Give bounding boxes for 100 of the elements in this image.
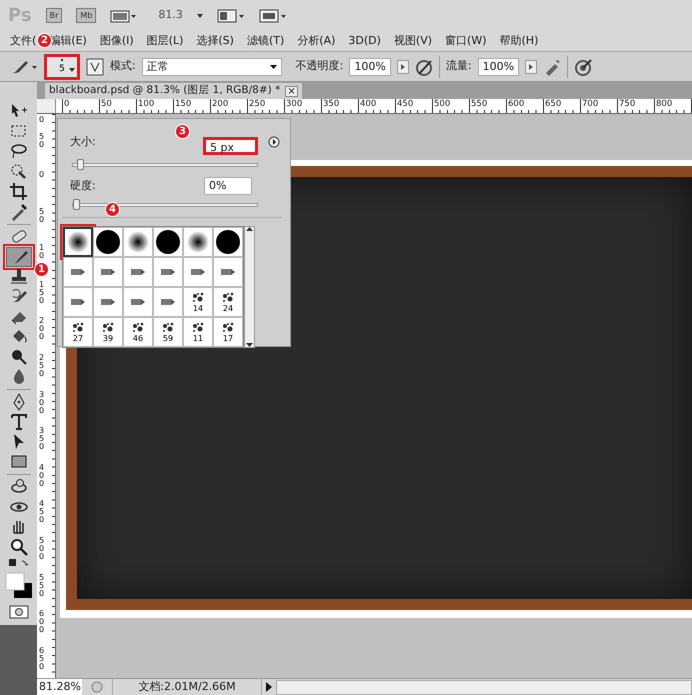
- preset-size: 59: [162, 335, 174, 343]
- document-size: 文档:2.01M/2.66M: [112, 678, 262, 695]
- ruler-label: 0: [38, 116, 46, 124]
- brush-preset[interactable]: [63, 227, 93, 257]
- brush-tip-icon: [220, 267, 236, 277]
- brush-preset[interactable]: 59: [153, 317, 183, 347]
- caret-icon: [196, 14, 203, 18]
- flow-field[interactable]: 100%: [478, 58, 520, 76]
- ruler-label: 650: [544, 99, 562, 111]
- close-button[interactable]: ×: [285, 86, 298, 96]
- zoom-icon: [8, 537, 28, 557]
- menu-item[interactable]: 滤镜(T): [246, 32, 284, 50]
- ruler-label: 250: [38, 354, 46, 378]
- ruler-label: 650: [38, 646, 46, 671]
- menu-item[interactable]: 帮助(H): [500, 32, 538, 50]
- brush-preset[interactable]: [213, 227, 243, 257]
- mode-value: 正常: [146, 58, 169, 74]
- brush-preset[interactable]: 46: [123, 317, 153, 347]
- menu-item[interactable]: 选择(S): [196, 32, 234, 50]
- brush-preset[interactable]: [153, 227, 183, 257]
- brush-preset[interactable]: [93, 227, 123, 257]
- preset-size: 39: [102, 335, 114, 343]
- zoom-level[interactable]: 81.3: [158, 7, 183, 24]
- size-field[interactable]: 5 px: [203, 137, 258, 155]
- menu-item[interactable]: 窗口(W): [445, 32, 486, 50]
- ruler-label: 700: [581, 99, 600, 111]
- ruler-label: 200: [38, 317, 46, 342]
- scatter-brush-icon: [70, 321, 86, 335]
- ruler-label: 300: [38, 390, 46, 415]
- menu-item[interactable]: 分析(A): [297, 32, 336, 50]
- ruler-label: 350: [38, 427, 46, 452]
- ruler-label: 50: [100, 99, 113, 111]
- soft-round-brush-icon: [185, 229, 211, 255]
- mode-label: 模式:: [110, 58, 136, 74]
- screen-mode-icon: [258, 8, 287, 22]
- brush-preset[interactable]: 27: [63, 317, 93, 347]
- brush-preset[interactable]: 11: [183, 317, 213, 347]
- brush-tip-icon: [160, 297, 176, 307]
- scrollbar[interactable]: [244, 226, 255, 348]
- ruler-label: 600: [507, 99, 526, 111]
- brush-preset[interactable]: 14: [183, 287, 213, 317]
- mode-select[interactable]: 正常: [142, 58, 282, 76]
- document-title: blackboard.psd @ 81.3% (图层 1, RGB/8#) *: [49, 83, 280, 98]
- slider-thumb[interactable]: [73, 199, 80, 210]
- brush-preset[interactable]: 24: [213, 287, 243, 317]
- hard-round-brush-icon: [155, 229, 181, 255]
- soft-round-brush-icon: [65, 229, 91, 255]
- ruler-label: 500: [38, 536, 46, 561]
- ruler-label: 550: [38, 574, 46, 598]
- scroll-up-icon: [246, 227, 253, 231]
- ruler-label: 50: [38, 208, 46, 224]
- preset-size: 24: [222, 305, 234, 313]
- ruler-label: 750: [618, 99, 636, 111]
- hard-round-brush-icon: [95, 229, 121, 255]
- ruler-label: 500: [433, 99, 452, 111]
- opacity-label: 不透明度:: [296, 58, 344, 74]
- preset-size: 11: [192, 335, 204, 343]
- brush-preset[interactable]: 17: [213, 317, 243, 347]
- brush-tip-icon: [160, 267, 176, 277]
- ruler-label: 10: [38, 244, 46, 260]
- type-icon: [8, 412, 28, 432]
- document-tab[interactable]: blackboard.psd @ 81.3% (图层 1, RGB/8#) * ×: [45, 83, 302, 99]
- preset-size: 46: [132, 335, 144, 343]
- horizontal-scrollbar[interactable]: [276, 680, 692, 694]
- brush-size: 5: [59, 65, 65, 74]
- ruler-label: 0: [38, 171, 46, 179]
- ruler-label: 450: [38, 500, 46, 524]
- caret-icon: [270, 64, 277, 68]
- menu-item[interactable]: 文件(: [10, 32, 36, 50]
- scroll-down-icon: [246, 343, 253, 347]
- ruler-label: 800: [655, 99, 674, 111]
- callout-marker: 4: [105, 202, 120, 217]
- hardness-label: 硬度:: [70, 178, 96, 194]
- brush-tip-icon: [130, 297, 146, 307]
- flow-label: 流量:: [446, 58, 472, 74]
- brush-tip-icon: [190, 267, 206, 277]
- ruler-label: 50: [38, 133, 46, 149]
- menu-item[interactable]: 图层(L): [146, 32, 184, 50]
- brush-preset[interactable]: [123, 227, 153, 257]
- ruler-label: 300: [285, 99, 304, 111]
- hardness-field[interactable]: 0%: [204, 177, 252, 195]
- brush-preset[interactable]: 39: [93, 317, 123, 347]
- slider-thumb[interactable]: [76, 159, 84, 170]
- ruler-label: 150: [38, 280, 46, 305]
- preset-size: 17: [222, 335, 234, 343]
- zoom-field[interactable]: 81.28%: [37, 679, 82, 695]
- app-button[interactable]: Mb: [76, 8, 96, 23]
- size-label: 大小:: [70, 134, 96, 150]
- brush-tip-icon: [130, 267, 146, 277]
- scatter-brush-icon: [220, 291, 236, 305]
- menu-item[interactable]: 图像(I): [100, 32, 134, 50]
- opacity-field[interactable]: 100%: [349, 58, 391, 76]
- menu-item[interactable]: 3D(D): [348, 32, 381, 50]
- preset-size: 14: [192, 305, 204, 313]
- brush-picker[interactable]: 5: [44, 54, 80, 80]
- menu-item[interactable]: 视图(V): [394, 32, 432, 50]
- ruler-corner: [37, 99, 56, 113]
- brush-preset[interactable]: [183, 227, 213, 257]
- scatter-brush-icon: [190, 291, 206, 305]
- app-button[interactable]: Br: [46, 8, 62, 23]
